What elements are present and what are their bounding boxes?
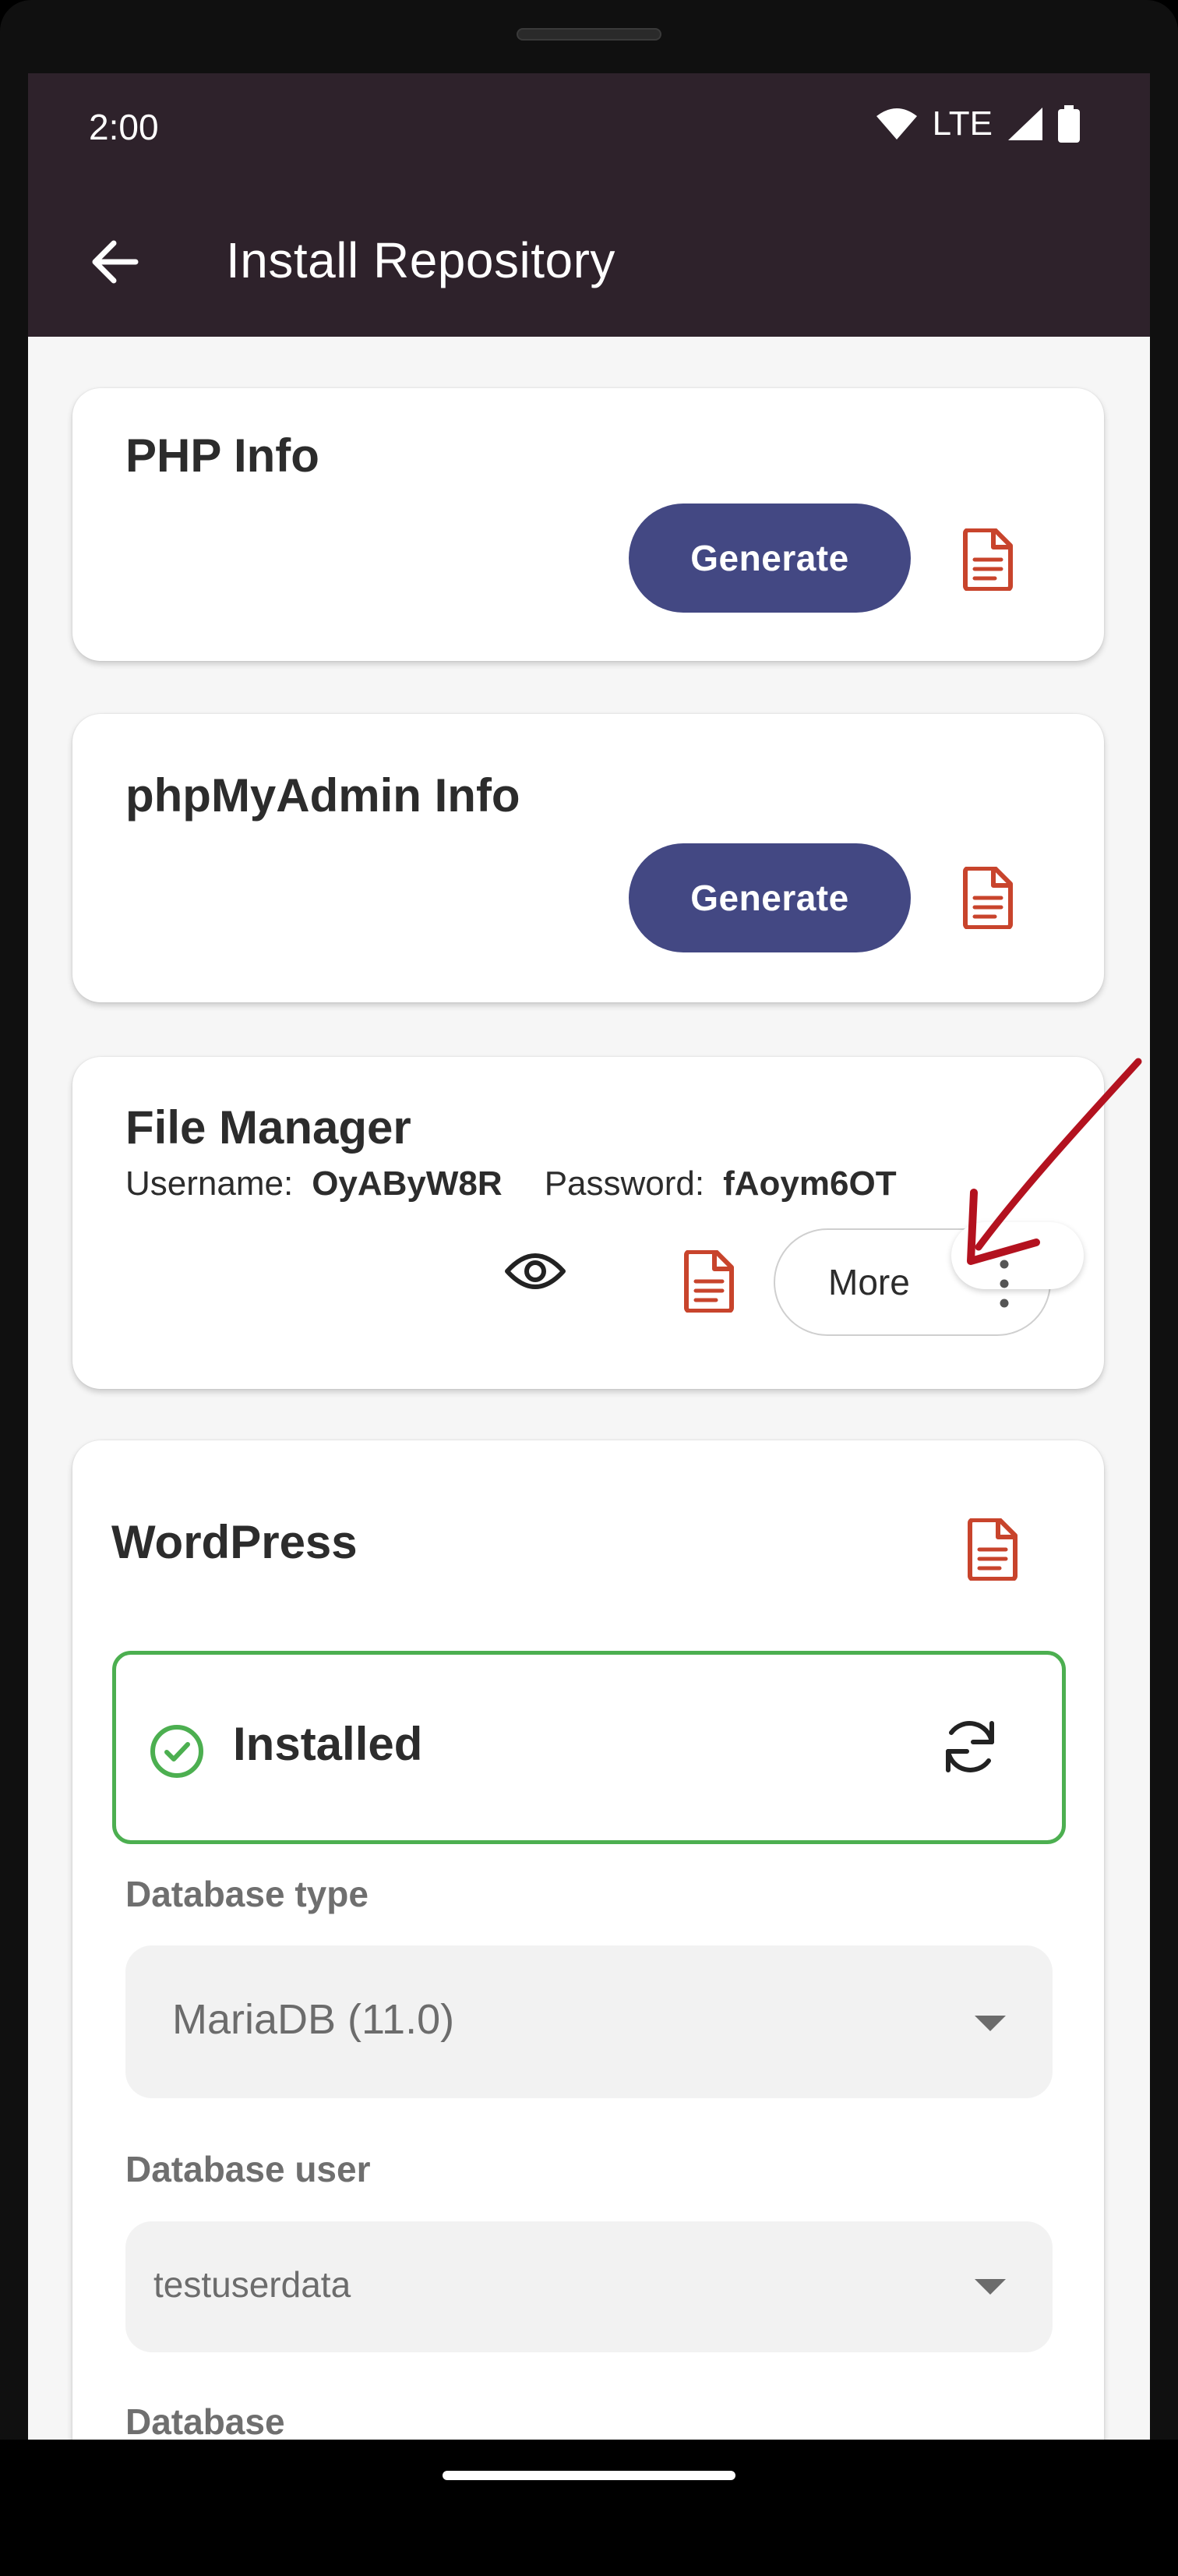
php-info-card: PHP Info Generate [72, 388, 1104, 661]
database-user-value: testuserdata [153, 2264, 351, 2305]
phpmyadmin-info-card: phpMyAdmin Info Generate [72, 714, 1104, 1002]
php-info-title: PHP Info [125, 429, 319, 482]
database-type-select[interactable]: MariaDB (11.0) [125, 1945, 1053, 2098]
document-icon[interactable] [682, 1250, 736, 1313]
username-label: Username: [125, 1164, 294, 1203]
installed-label: Installed [233, 1718, 423, 1770]
database-user-label: Database user [125, 2149, 371, 2189]
wifi-icon [876, 108, 917, 140]
document-icon[interactable] [961, 528, 1015, 591]
app-bar: Install Repository [28, 186, 1150, 337]
php-info-generate-button[interactable]: Generate [629, 504, 911, 613]
speaker-grille [517, 28, 661, 41]
document-icon[interactable] [961, 867, 1015, 929]
database-user-select[interactable]: testuserdata [125, 2221, 1053, 2352]
wordpress-card: WordPress Installed Database type MariaD… [72, 1440, 1104, 2440]
back-button[interactable] [79, 227, 150, 297]
eye-icon[interactable] [504, 1248, 566, 1295]
file-manager-credentials: Username: OyAByW8R Password: fAoym6OT [125, 1164, 897, 1203]
status-icons: LTE [875, 104, 1080, 143]
chevron-down-icon [975, 2279, 1006, 2295]
wordpress-title: WordPress [111, 1516, 358, 1568]
kebab-menu-icon[interactable] [1000, 1260, 1009, 1308]
database-type-value: MariaDB (11.0) [172, 1996, 455, 2043]
chevron-down-icon [975, 2016, 1006, 2031]
file-manager-card: File Manager Username: OyAByW8R Password: f… [72, 1057, 1104, 1389]
database-label: Database [125, 2401, 285, 2440]
navigation-bar [0, 2440, 1178, 2576]
database-type-label: Database type [125, 1874, 369, 1914]
refresh-icon[interactable] [937, 1714, 1003, 1779]
home-indicator[interactable] [443, 2471, 735, 2480]
status-time: 2:00 [89, 107, 159, 147]
network-type: LTE [932, 104, 993, 143]
check-circle-icon [150, 1725, 203, 1778]
file-manager-title: File Manager [125, 1101, 411, 1154]
password-label: Password: [544, 1164, 705, 1203]
more-label: More [828, 1262, 910, 1302]
status-bar: 2:00 LTE [28, 73, 1150, 186]
password-value: fAoym6OT [723, 1164, 897, 1203]
page-title: Install Repository [226, 232, 615, 288]
battery-icon [1058, 105, 1080, 143]
document-icon[interactable] [965, 1518, 1020, 1581]
phpmyadmin-generate-button[interactable]: Generate [629, 843, 911, 952]
kebab-highlight [951, 1222, 1084, 1289]
signal-icon [1008, 108, 1042, 140]
installed-status-box: Installed [112, 1651, 1066, 1844]
arrow-left-icon [92, 240, 139, 284]
phone-screen: 2:00 LTE Install Repository PHP Info Gen… [28, 73, 1150, 2440]
phpmyadmin-info-title: phpMyAdmin Info [125, 769, 520, 822]
username-value: OyAByW8R [312, 1164, 503, 1203]
